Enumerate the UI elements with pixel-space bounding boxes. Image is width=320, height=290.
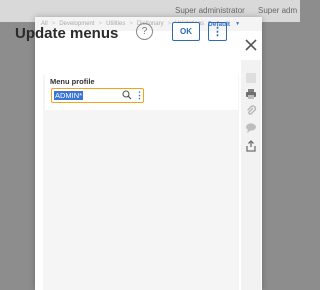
breadcrumb-separator: > (129, 21, 133, 27)
comment-icon[interactable] (245, 122, 257, 134)
menu-profile-input[interactable]: ADMIN* ⋮ (51, 88, 144, 103)
more-actions-button[interactable]: ⋮ (208, 22, 227, 41)
share-icon[interactable] (245, 140, 257, 152)
dialog-title: Update menus (15, 25, 119, 42)
breadcrumb-separator: > (167, 21, 172, 27)
chevron-down-icon[interactable]: ▼ (235, 21, 240, 27)
field-options-icon[interactable]: ⋮ (135, 89, 144, 101)
search-icon[interactable] (122, 90, 132, 100)
side-action-rail (241, 60, 261, 290)
attachment-icon[interactable] (245, 105, 257, 117)
background-user-name-truncated: Super adm (258, 6, 298, 15)
print-icon[interactable] (245, 88, 257, 100)
background-user-name: Super administrator (175, 6, 245, 15)
menu-profile-value[interactable]: ADMIN* (54, 91, 84, 100)
add-icon[interactable] (246, 73, 256, 83)
ok-button[interactable]: OK (172, 22, 200, 41)
help-button[interactable]: ? (136, 23, 153, 40)
close-icon[interactable] (245, 39, 257, 51)
menu-profile-label: Menu profile (50, 77, 95, 86)
